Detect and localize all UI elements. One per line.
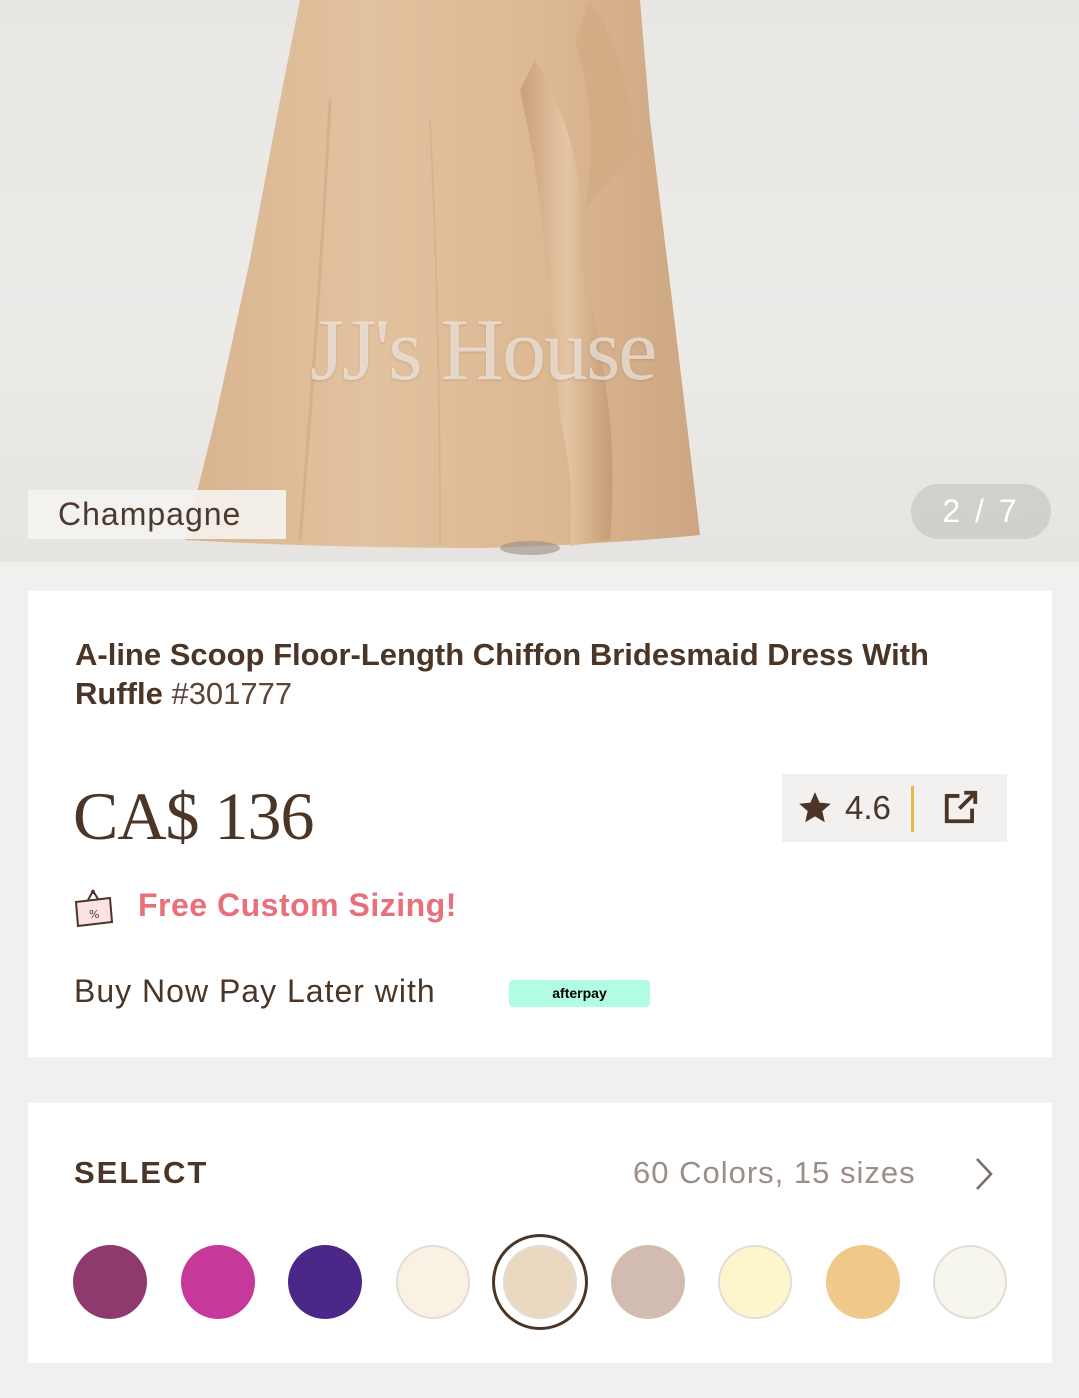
chevron-right-icon[interactable] — [972, 1155, 996, 1193]
image-counter: 2 / 7 — [911, 484, 1051, 539]
color-swatch[interactable] — [492, 1234, 588, 1330]
product-price: CA$ 136 — [73, 778, 314, 854]
color-swatch[interactable] — [611, 1245, 685, 1319]
star-icon — [799, 792, 831, 823]
afterpay-badge[interactable]: afterpay — [509, 980, 650, 1007]
product-title: A-line Scoop Floor-Length Chiffon Brides… — [75, 635, 995, 713]
select-label: SELECT — [74, 1155, 209, 1190]
color-swatch[interactable] — [826, 1245, 900, 1319]
select-summary[interactable]: 60 Colors, 15 sizes — [633, 1155, 916, 1191]
rating-value[interactable]: 4.6 — [845, 788, 891, 828]
select-options-card[interactable]: SELECT 60 Colors, 15 sizes — [28, 1103, 1052, 1363]
buy-now-pay-later-text: Buy Now Pay Later with — [74, 973, 436, 1009]
free-custom-sizing-text[interactable]: Free Custom Sizing! — [138, 887, 457, 924]
product-image-gallery[interactable]: JJ's House Champagne 2 / 7 — [0, 0, 1079, 562]
share-icon[interactable] — [942, 788, 980, 826]
color-swatch[interactable] — [288, 1245, 362, 1319]
color-name-tag: Champagne — [28, 490, 286, 539]
product-info-card: A-line Scoop Floor-Length Chiffon Brides… — [28, 591, 1052, 1057]
rating-divider — [911, 786, 914, 832]
price-tag-icon: % — [74, 889, 114, 928]
svg-text:%: % — [89, 908, 99, 921]
color-swatch[interactable] — [73, 1245, 147, 1319]
color-swatch[interactable] — [933, 1245, 1007, 1319]
product-sku: #301777 — [171, 676, 293, 711]
selected-swatch-ring — [492, 1234, 588, 1330]
color-swatch[interactable] — [396, 1245, 470, 1319]
watermark-text: JJ's House — [310, 302, 657, 399]
rating-share-box: 4.6 — [782, 774, 1007, 842]
color-swatch[interactable] — [718, 1245, 792, 1319]
dress-image — [185, 0, 700, 555]
color-swatch[interactable] — [181, 1245, 255, 1319]
color-swatches — [73, 1234, 1013, 1330]
